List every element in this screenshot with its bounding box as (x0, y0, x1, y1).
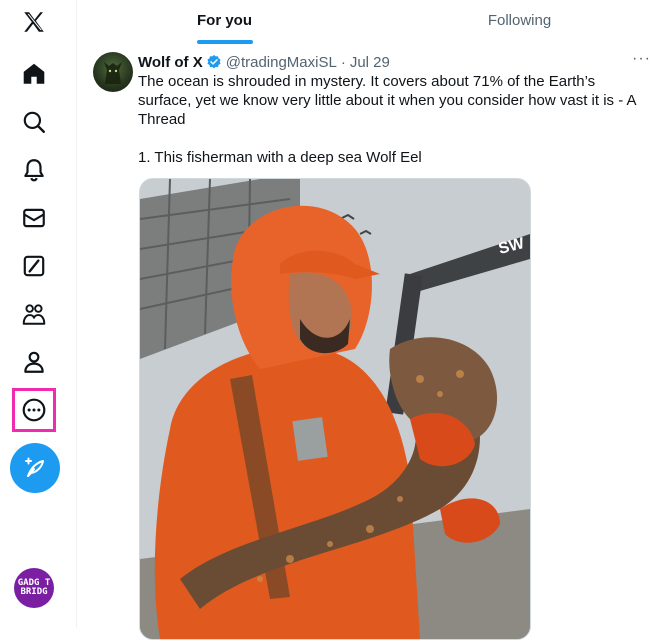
fisherman-wolf-eel-image: SW (140, 179, 530, 639)
compose-post-button[interactable] (10, 443, 60, 493)
avatar-text-line2: BRIDG (20, 587, 48, 597)
timeline-tabs: For you Following (77, 0, 667, 44)
search-icon[interactable] (10, 100, 58, 144)
profile-icon[interactable] (10, 340, 58, 384)
notifications-icon[interactable] (10, 148, 58, 192)
home-icon[interactable] (10, 52, 58, 96)
x-logo-icon[interactable] (10, 0, 58, 44)
author-name[interactable]: Wolf of X (138, 54, 203, 71)
tab-following-label: Following (487, 11, 552, 29)
tweet[interactable]: Wolf of X @tradingMaxiSL · Jul 29 ··· Th… (77, 44, 667, 640)
header-separator: · (340, 53, 346, 71)
tweet-text: The ocean is shrouded in mystery. It cov… (138, 73, 636, 166)
tab-following[interactable]: Following (372, 0, 667, 40)
tweet-header: Wolf of X @tradingMaxiSL · Jul 29 (138, 52, 647, 72)
tweet-date[interactable]: Jul 29 (350, 54, 390, 71)
left-navigation: GADG T BRIDG (0, 0, 77, 628)
more-icon[interactable] (12, 388, 56, 432)
feather-icon (25, 457, 44, 477)
tweet-more-options-icon[interactable]: ··· (632, 50, 651, 68)
tab-for-you[interactable]: For you (77, 0, 372, 44)
author-handle[interactable]: @tradingMaxiSL (226, 54, 337, 71)
communities-icon[interactable] (10, 292, 58, 336)
author-avatar[interactable] (93, 52, 133, 92)
messages-icon[interactable] (10, 196, 58, 240)
grok-icon[interactable] (10, 244, 58, 288)
tab-for-you-label: For you (197, 11, 252, 29)
account-avatar[interactable]: GADG T BRIDG (14, 568, 54, 608)
tweet-media-image[interactable]: SW (139, 178, 531, 640)
verified-badge-icon (207, 55, 221, 69)
